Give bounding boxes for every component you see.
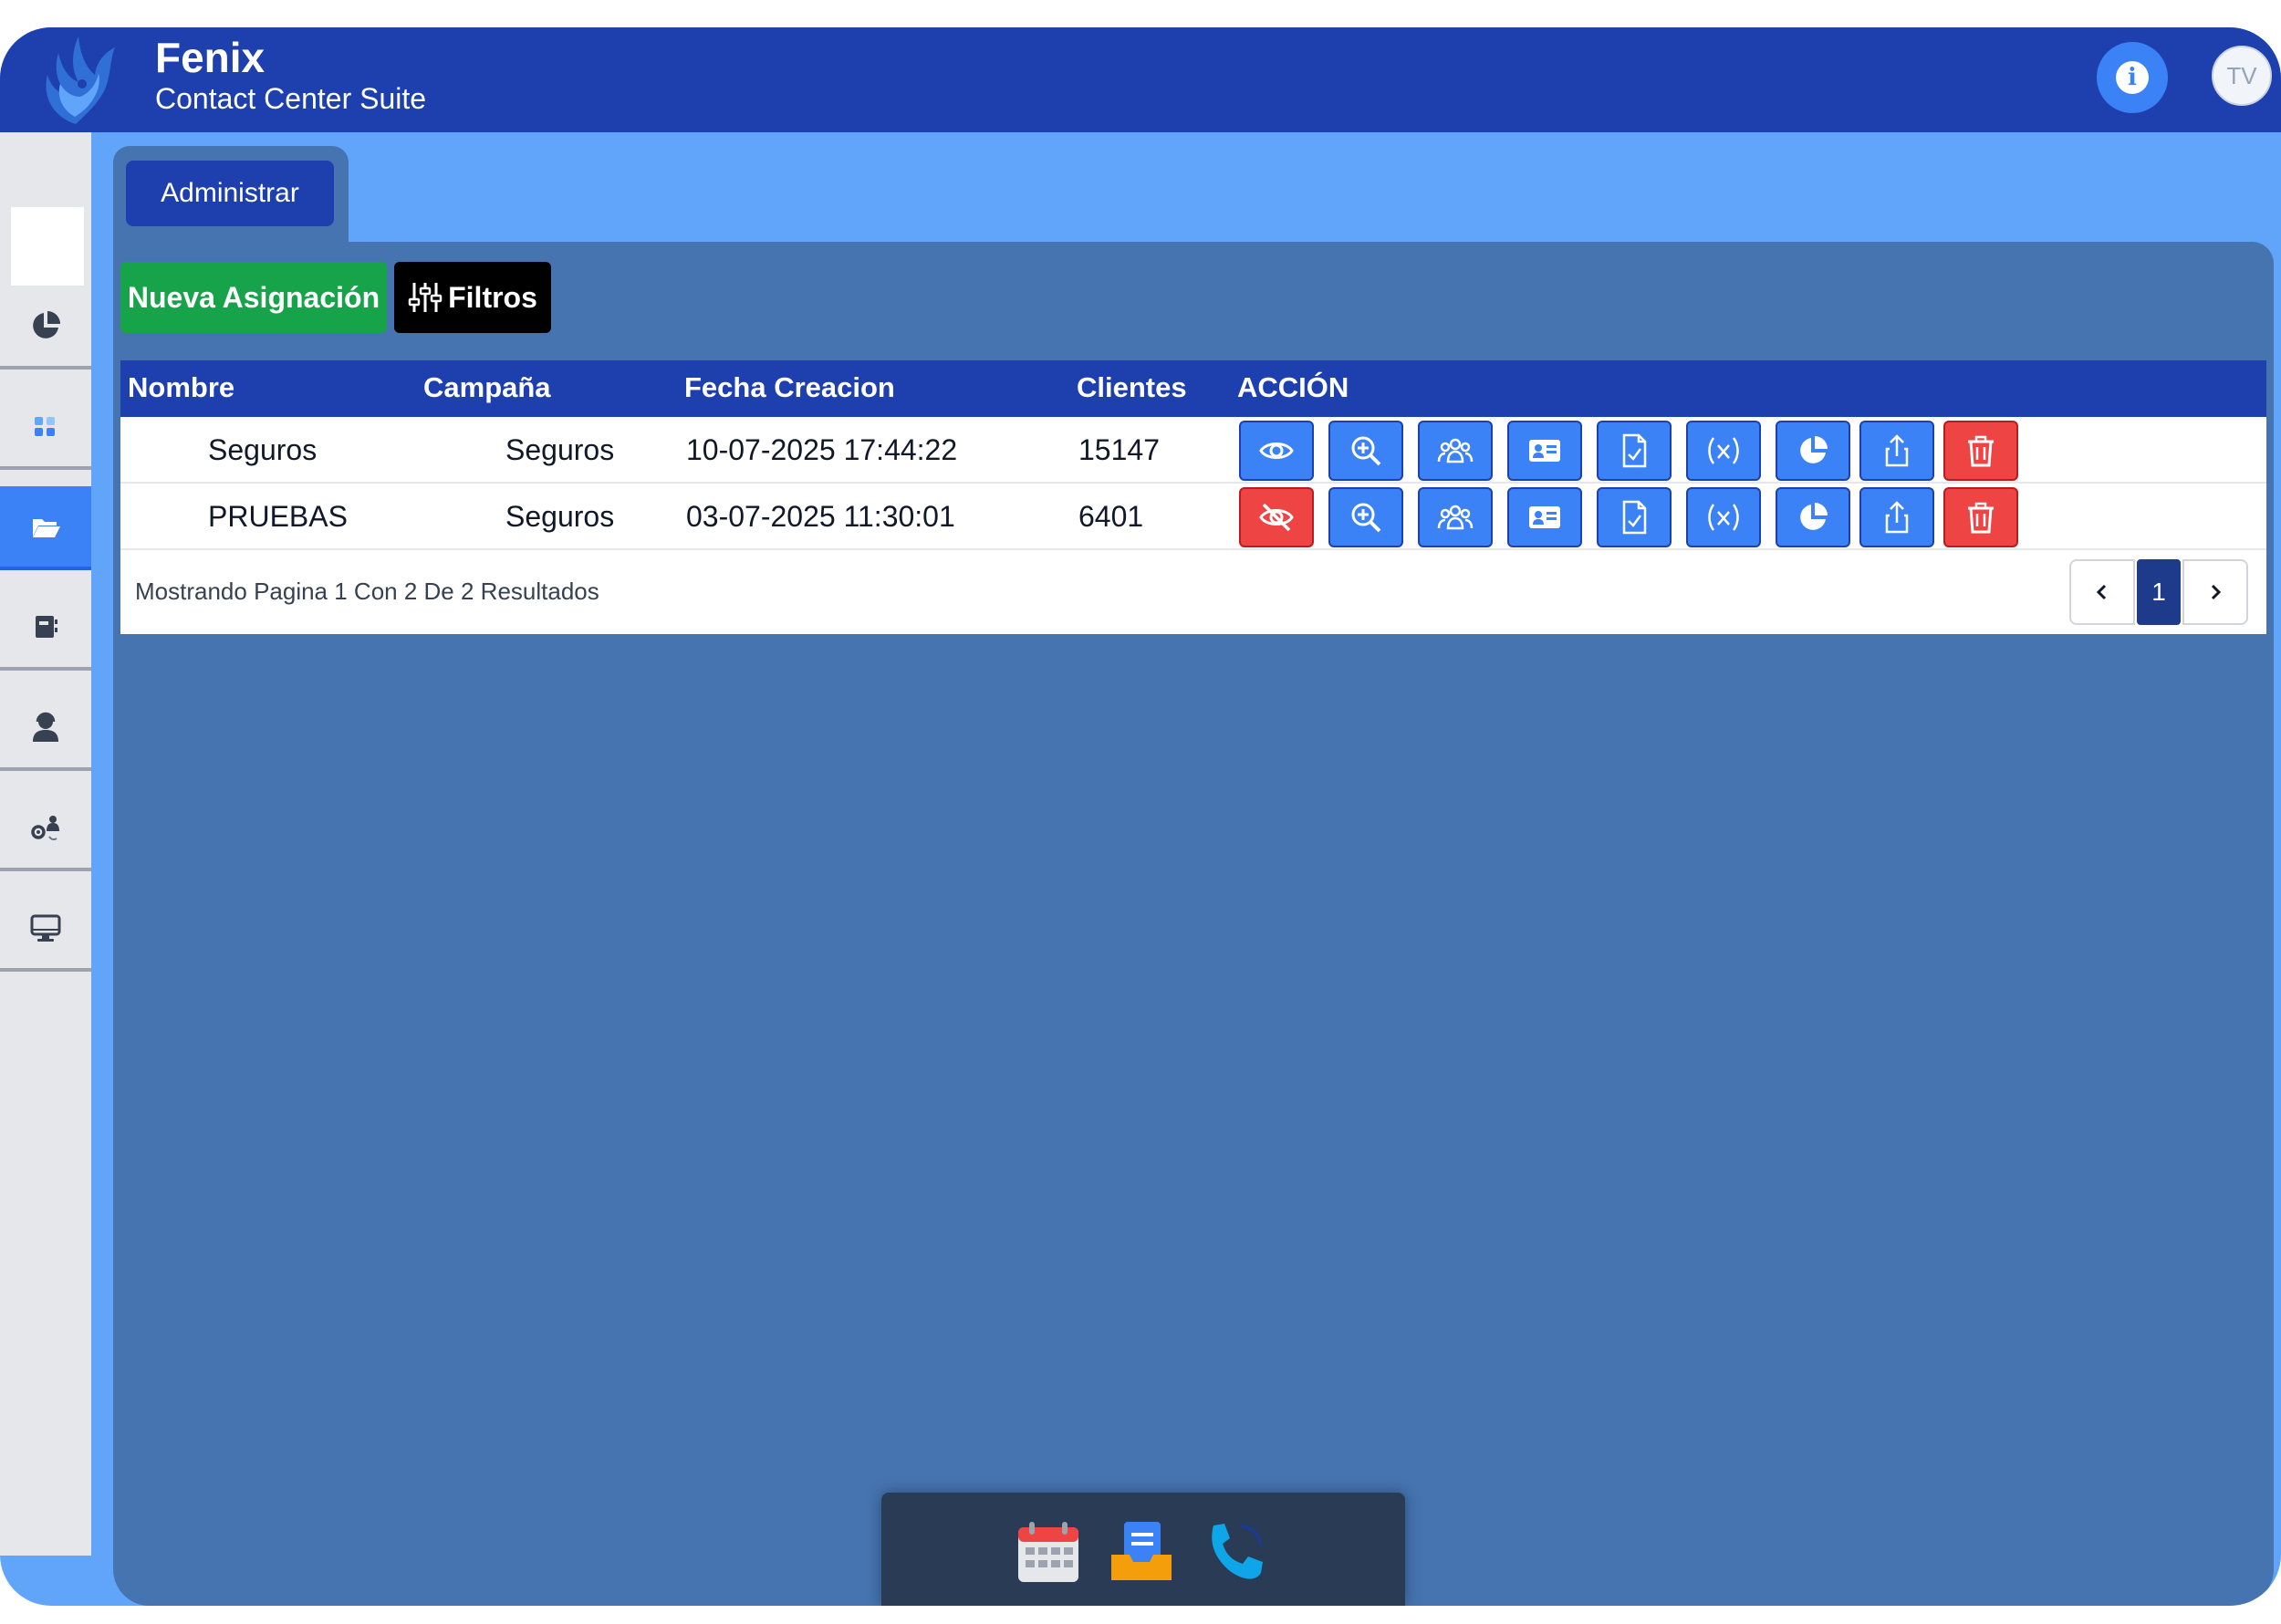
variables-button[interactable] xyxy=(1686,421,1761,481)
zoom-in-icon xyxy=(1351,503,1381,533)
filters-button[interactable]: Filtros xyxy=(394,262,551,333)
table-header: Nombre Campaña Fecha Creacion Clientes A… xyxy=(120,360,2266,417)
cell-clientes: 6401 xyxy=(1078,500,1144,533)
statistics-button[interactable] xyxy=(1776,487,1850,547)
cell-fecha: 10-07-2025 17:44:22 xyxy=(686,433,958,466)
inbox-icon[interactable] xyxy=(1108,1518,1175,1586)
pie-chart-icon xyxy=(33,311,60,338)
monitor-icon xyxy=(30,914,61,942)
trash-icon xyxy=(1968,435,1994,467)
table-row: PRUEBAS Seguros 03-07-2025 11:30:01 6401 xyxy=(120,484,2266,550)
variables-button[interactable] xyxy=(1686,487,1761,547)
pie-chart-icon xyxy=(1800,436,1828,463)
cell-clientes: 15147 xyxy=(1078,433,1160,466)
eye-icon xyxy=(1259,442,1294,459)
users-group-icon xyxy=(1437,438,1474,463)
toggle-visibility-button[interactable] xyxy=(1239,421,1314,481)
document-check-button[interactable] xyxy=(1597,487,1672,547)
app-subtitle: Contact Center Suite xyxy=(155,82,427,115)
document-check-button[interactable] xyxy=(1597,421,1672,481)
tab-strip: Administrar xyxy=(113,146,349,255)
share-icon xyxy=(1885,434,1909,467)
sidebar-item-settings[interactable] xyxy=(0,787,91,871)
top-header: Fenix Contact Center Suite i TV xyxy=(0,27,2281,132)
filters-label: Filtros xyxy=(448,280,537,314)
cell-campana: Seguros xyxy=(505,500,615,533)
sidebar-item-monitor[interactable] xyxy=(0,888,91,972)
id-card-icon xyxy=(1529,440,1560,462)
chevron-left-icon xyxy=(2096,584,2107,600)
column-header-nombre: Nombre xyxy=(128,371,235,403)
folder-open-icon xyxy=(33,519,60,537)
toggle-visibility-button[interactable] xyxy=(1239,487,1314,547)
view-detail-button[interactable] xyxy=(1328,421,1403,481)
phoenix-logo-icon xyxy=(46,36,115,124)
zoom-in-icon xyxy=(1351,436,1381,466)
sidebar-item-reports[interactable] xyxy=(0,286,91,370)
avatar[interactable]: TV xyxy=(2212,46,2272,106)
new-assignment-button[interactable]: Nueva Asignación xyxy=(120,262,387,333)
bottom-dock xyxy=(881,1493,1405,1606)
table-row: Seguros Seguros 10-07-2025 17:44:22 1514… xyxy=(120,417,2266,484)
file-check-icon xyxy=(1622,433,1647,468)
variable-icon xyxy=(1708,437,1739,464)
users-gear-icon xyxy=(31,816,59,841)
content-panel: Nueva Asignación Filtros Nombre Campaña … xyxy=(113,242,2274,1606)
sidebar-item-dashboard[interactable] xyxy=(0,386,91,470)
variable-icon xyxy=(1708,504,1739,531)
trash-icon xyxy=(1968,502,1994,534)
sliders-icon xyxy=(408,283,443,312)
cell-nombre: PRUEBAS xyxy=(208,500,348,533)
id-card-icon xyxy=(1529,506,1560,528)
results-summary: Mostrando Pagina 1 Con 2 De 2 Resultados xyxy=(135,578,599,605)
column-header-fecha: Fecha Creacion xyxy=(684,371,895,403)
sidebar-item-assignments[interactable] xyxy=(0,486,91,570)
cell-nombre: Seguros xyxy=(208,433,318,466)
column-header-clientes: Clientes xyxy=(1077,371,1187,403)
cell-campana: Seguros xyxy=(505,433,615,466)
tab-administrar[interactable]: Administrar xyxy=(126,161,334,226)
chevron-right-icon xyxy=(2211,584,2222,600)
phone-icon[interactable] xyxy=(1201,1518,1268,1586)
assign-users-button[interactable] xyxy=(1418,487,1493,547)
app-title: Fenix xyxy=(155,34,266,81)
contact-card-button[interactable] xyxy=(1507,421,1582,481)
share-icon xyxy=(1885,501,1909,534)
eye-slash-icon xyxy=(1259,503,1294,532)
statistics-button[interactable] xyxy=(1776,421,1850,481)
sidebar-item-contacts[interactable] xyxy=(0,587,91,671)
file-check-icon xyxy=(1622,500,1647,535)
dashboard-grid-icon xyxy=(35,417,55,436)
view-detail-button[interactable] xyxy=(1328,487,1403,547)
column-header-campana: Campaña xyxy=(423,371,551,403)
delete-button[interactable] xyxy=(1943,487,2018,547)
sidebar xyxy=(0,132,91,1556)
app-window: Fenix Contact Center Suite i TV Administ… xyxy=(0,27,2281,1606)
calendar-icon[interactable] xyxy=(1015,1518,1082,1586)
info-icon: i xyxy=(2116,61,2149,94)
next-page-button[interactable] xyxy=(2182,559,2248,625)
assignments-table: Nombre Campaña Fecha Creacion Clientes A… xyxy=(120,360,2266,634)
page-1-button[interactable]: 1 xyxy=(2137,559,2181,625)
info-button[interactable]: i xyxy=(2097,42,2168,113)
cell-fecha: 03-07-2025 11:30:01 xyxy=(686,500,955,533)
export-button[interactable] xyxy=(1859,421,1934,481)
table-footer: Mostrando Pagina 1 Con 2 De 2 Resultados… xyxy=(120,550,2266,634)
export-button[interactable] xyxy=(1859,487,1934,547)
column-header-accion: ACCIÓN xyxy=(1237,371,1349,403)
pie-chart-icon xyxy=(1800,503,1828,530)
sidebar-logo-placeholder xyxy=(11,207,84,294)
agent-user-icon xyxy=(33,712,58,742)
previous-page-button[interactable] xyxy=(2069,559,2135,625)
users-group-icon xyxy=(1437,505,1474,530)
assign-users-button[interactable] xyxy=(1418,421,1493,481)
contact-card-button[interactable] xyxy=(1507,487,1582,547)
delete-button[interactable] xyxy=(1943,421,2018,481)
sidebar-item-agents[interactable] xyxy=(0,687,91,771)
address-book-icon xyxy=(36,616,57,638)
